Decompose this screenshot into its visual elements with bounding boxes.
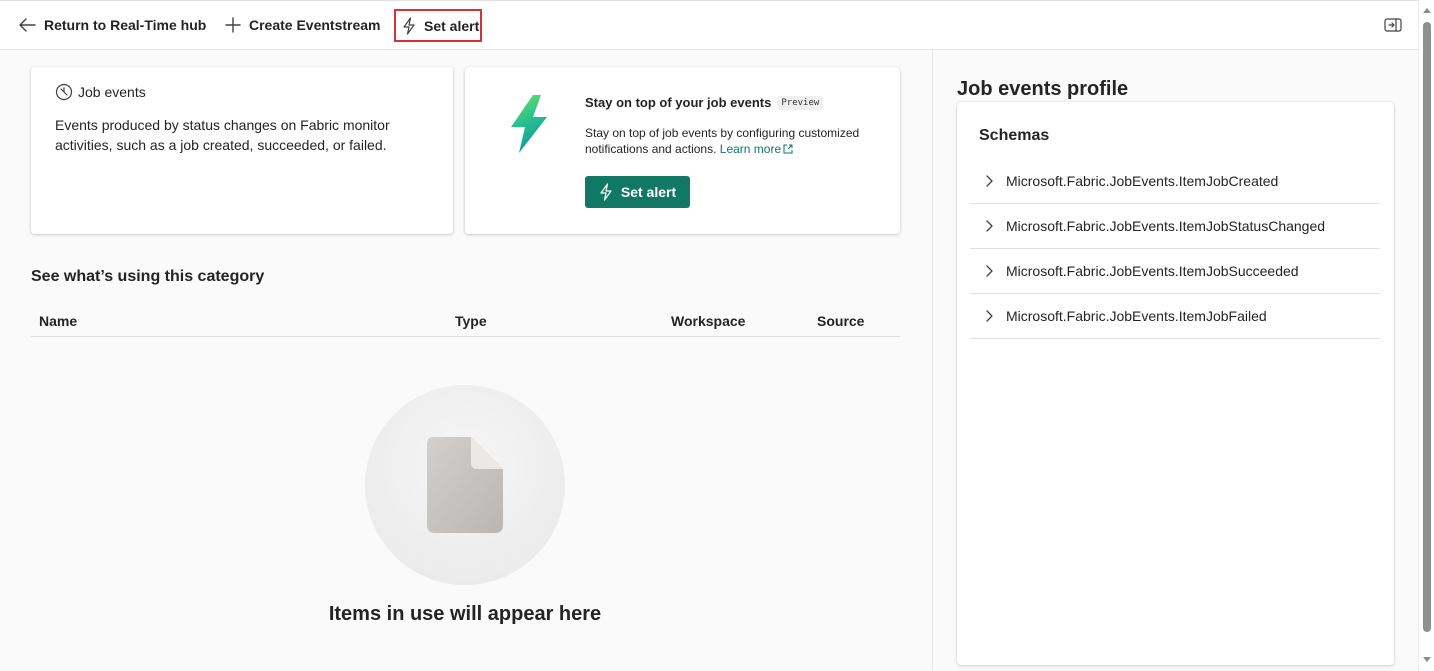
schema-item[interactable]: Microsoft.Fabric.JobEvents.ItemJobStatus… (970, 204, 1380, 249)
lightning-icon (600, 183, 612, 201)
create-eventstream-button[interactable]: Create Eventstream (225, 9, 381, 41)
alert-promo-card: Stay on top of your job events Preview S… (465, 67, 900, 234)
schemas-card: Schemas Microsoft.Fabric.JobEvents.ItemJ… (957, 102, 1394, 665)
scroll-down-arrow-icon[interactable] (1423, 657, 1431, 662)
schema-list: Microsoft.Fabric.JobEvents.ItemJobCreate… (970, 159, 1380, 339)
return-label: Return to Real-Time hub (44, 17, 207, 33)
usage-table-header: Name Type Workspace Source (31, 307, 900, 337)
schema-item[interactable]: Microsoft.Fabric.JobEvents.ItemJobFailed (970, 294, 1380, 339)
external-link-icon (783, 144, 793, 154)
preview-badge: Preview (777, 95, 824, 110)
lightning-illustration-icon (507, 95, 551, 158)
job-events-icon (55, 83, 73, 101)
alert-card-title-text: Stay on top of your job events (585, 95, 772, 110)
job-events-description: Events produced by status changes on Fab… (55, 117, 390, 153)
profile-title: Job events profile (957, 78, 1129, 100)
toolbar-set-alert-button[interactable]: Set alert (394, 9, 482, 42)
chevron-right-icon (986, 175, 993, 187)
schema-item[interactable]: Microsoft.Fabric.JobEvents.ItemJobSuccee… (970, 249, 1380, 294)
empty-state-illustration (365, 385, 565, 585)
document-icon (425, 435, 505, 540)
arrow-left-icon (19, 18, 36, 32)
schema-item-label: Microsoft.Fabric.JobEvents.ItemJobCreate… (1006, 173, 1279, 189)
profile-panel: Job events profile Schemas Microsoft.Fab… (932, 50, 1418, 671)
job-events-title-text: Job events (78, 84, 146, 100)
schema-item-label: Microsoft.Fabric.JobEvents.ItemJobStatus… (1006, 218, 1326, 234)
empty-state-text: Items in use will appear here (328, 603, 602, 625)
learn-more-link[interactable]: Learn more (720, 142, 793, 156)
chevron-right-icon (986, 265, 993, 277)
job-events-title: Job events (55, 83, 146, 101)
learn-more-text: Learn more (719, 142, 782, 156)
column-workspace[interactable]: Workspace (671, 313, 745, 329)
create-label: Create Eventstream (249, 17, 381, 33)
schema-item[interactable]: Microsoft.Fabric.JobEvents.ItemJobCreate… (970, 159, 1380, 204)
column-type[interactable]: Type (455, 313, 487, 329)
chevron-right-icon (986, 220, 993, 232)
set-alert-label: Set alert (424, 17, 480, 34)
column-name[interactable]: Name (39, 313, 77, 329)
alert-card-description: Stay on top of job events by configuring… (585, 125, 875, 157)
schema-item-label: Microsoft.Fabric.JobEvents.ItemJobFailed (1006, 308, 1267, 324)
lightning-icon (403, 16, 415, 35)
schema-item-label: Microsoft.Fabric.JobEvents.ItemJobSuccee… (1006, 263, 1299, 279)
top-toolbar: Return to Real-Time hub Create Eventstre… (0, 0, 1418, 50)
column-source[interactable]: Source (817, 313, 864, 329)
panel-right-icon (1384, 18, 1402, 32)
plus-icon (225, 17, 241, 33)
usage-heading: See what’s using this category (31, 268, 265, 285)
set-alert-button-label: Set alert (620, 184, 677, 200)
toggle-panel-button[interactable] (1384, 17, 1402, 38)
alert-card-title: Stay on top of your job events Preview (585, 95, 824, 110)
set-alert-button[interactable]: Set alert (585, 176, 690, 208)
scrollbar-thumb[interactable] (1423, 22, 1431, 632)
chevron-right-icon (986, 310, 993, 322)
scroll-up-arrow-icon[interactable] (1423, 8, 1431, 13)
vertical-scrollbar[interactable] (1418, 0, 1434, 671)
job-events-card: Job events Events produced by status cha… (31, 67, 453, 234)
schemas-heading: Schemas (979, 127, 1050, 144)
return-to-hub-button[interactable]: Return to Real-Time hub (18, 9, 206, 41)
